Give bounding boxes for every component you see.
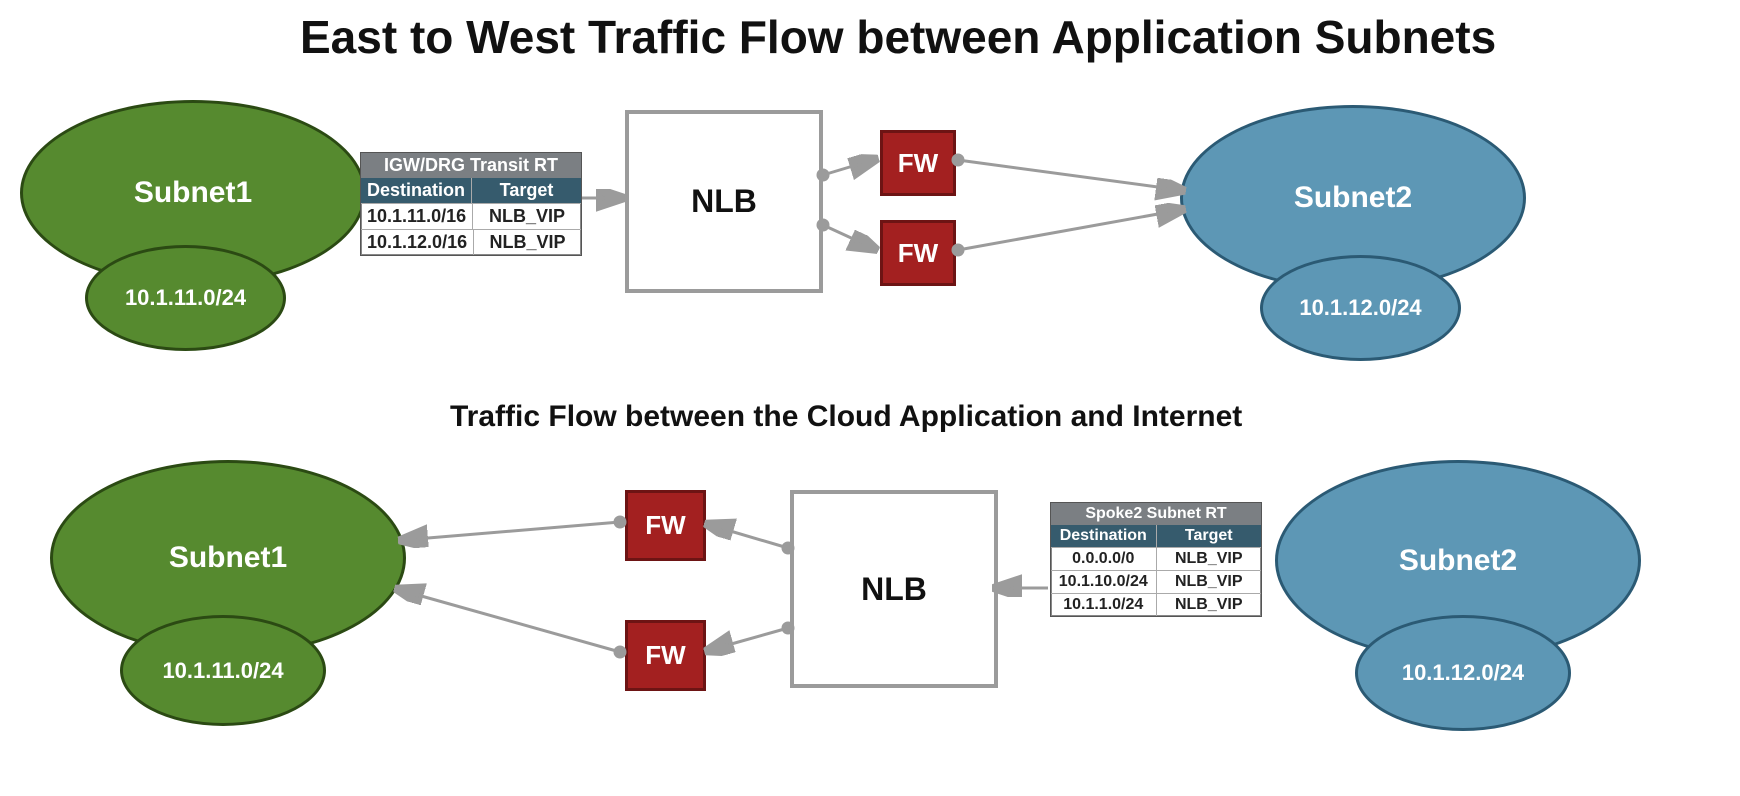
- rt-bottom-r2-target: NLB_VIP: [1157, 593, 1262, 616]
- rt-bottom-title: Spoke2 Subnet RT: [1051, 503, 1261, 525]
- rt-bottom-r2-dest: 10.1.1.0/24: [1051, 593, 1157, 616]
- rt-top-r1-target: NLB_VIP: [474, 229, 581, 255]
- subnet1-cidr-top: 10.1.11.0/24: [85, 245, 286, 351]
- subnet2-cidr-top: 10.1.12.0/24: [1260, 255, 1461, 361]
- nlb-bottom: NLB: [790, 490, 998, 688]
- rt-bottom-r1-target: NLB_VIP: [1157, 570, 1262, 593]
- nlb-top: NLB: [625, 110, 823, 293]
- rt-top-r0-target: NLB_VIP: [473, 203, 581, 229]
- rt-top-col-target: Target: [472, 178, 581, 203]
- fw-top-2: FW: [880, 220, 956, 286]
- route-table-top: IGW/DRG Transit RT Destination Target 10…: [360, 152, 582, 256]
- subnet1-cidr-bottom: 10.1.11.0/24: [120, 615, 326, 726]
- fw-bottom-2: FW: [625, 620, 706, 691]
- fw-bottom-1: FW: [625, 490, 706, 561]
- rt-top-col-dest: Destination: [361, 178, 472, 203]
- page-title: East to West Traffic Flow between Applic…: [300, 10, 1496, 64]
- rt-bottom-col-dest: Destination: [1051, 525, 1157, 547]
- rt-top-title: IGW/DRG Transit RT: [361, 153, 581, 178]
- fw-top-1: FW: [880, 130, 956, 196]
- route-table-bottom: Spoke2 Subnet RT Destination Target 0.0.…: [1050, 502, 1262, 617]
- rt-top-r1-dest: 10.1.12.0/16: [361, 229, 474, 255]
- rt-top-r0-dest: 10.1.11.0/16: [361, 203, 473, 229]
- rt-bottom-col-target: Target: [1157, 525, 1262, 547]
- subtitle: Traffic Flow between the Cloud Applicati…: [450, 400, 1242, 434]
- subnet2-cidr-bottom: 10.1.12.0/24: [1355, 615, 1571, 731]
- rt-bottom-r1-dest: 10.1.10.0/24: [1051, 570, 1157, 593]
- rt-bottom-r0-target: NLB_VIP: [1157, 547, 1262, 570]
- rt-bottom-r0-dest: 0.0.0.0/0: [1051, 547, 1157, 570]
